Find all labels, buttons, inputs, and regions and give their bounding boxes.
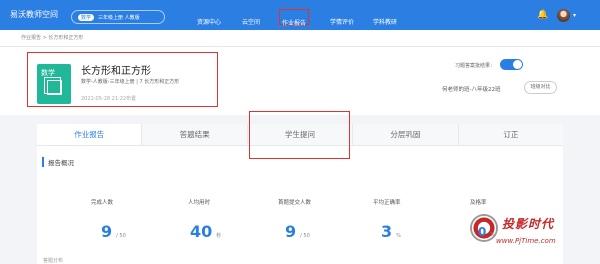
tab-corrections[interactable]: 订正 bbox=[458, 124, 564, 145]
homework-meta: 数学-人教版-三年级上册 | 7 长方形和正方形 bbox=[81, 79, 180, 85]
nav-learning-evaluation[interactable]: 学情评价 bbox=[330, 9, 354, 26]
homework-title: 长方形和正方形 bbox=[81, 66, 151, 77]
nav-homework-report[interactable]: 作业报告 bbox=[279, 9, 310, 27]
nav-subject-research[interactable]: 学科教研 bbox=[373, 9, 397, 26]
answer-toggle-switch[interactable] bbox=[500, 59, 523, 70]
stat-value-pass-rate: 0% bbox=[478, 225, 496, 239]
nav-resource-center[interactable]: 资源中心 bbox=[197, 9, 221, 26]
stat-label-first-submit: 首题提交人数 bbox=[278, 200, 312, 206]
cube-icon bbox=[44, 77, 62, 95]
homework-date: 2021-05-28 21:22布置 bbox=[81, 96, 137, 102]
watermark-title: 投影时代 bbox=[502, 217, 555, 231]
chevron-down-icon[interactable]: ▾ bbox=[573, 12, 576, 19]
stat-value-avg-time: 40 秒 bbox=[190, 222, 222, 241]
app-logo[interactable]: 易沃教师空间 bbox=[10, 9, 58, 20]
tab-answer-results[interactable]: 答题结果 bbox=[142, 124, 248, 145]
stat-value-accuracy: 3% bbox=[381, 222, 401, 241]
highlight-box-student-questions bbox=[249, 111, 350, 159]
watermark-url: www.PjTime.com bbox=[496, 237, 556, 245]
section-title: 报告概况 bbox=[42, 157, 74, 167]
subject-selector-label: 三年级上册 人教版 bbox=[98, 14, 140, 21]
avatar[interactable] bbox=[557, 9, 570, 22]
tab-homework-report[interactable]: 作业报告 bbox=[37, 124, 143, 145]
tab-tiered-practice[interactable]: 分层巩固 bbox=[353, 124, 459, 145]
class-name[interactable]: 何老师的班-八年级22班 bbox=[442, 85, 500, 93]
stat-value-first-submit: 9/ 50 bbox=[285, 222, 310, 241]
answer-toggle-label: 习题答案批结果： bbox=[455, 63, 496, 69]
bell-icon[interactable]: 🔔 bbox=[537, 10, 548, 20]
class-compare-button[interactable]: 班级对比 bbox=[524, 81, 557, 94]
stat-label-completed: 完成人数 bbox=[91, 200, 114, 206]
stat-value-completed: 9/ 50 bbox=[101, 222, 126, 241]
subject-selector[interactable]: 数学 三年级上册 人教版 bbox=[71, 10, 165, 24]
stat-label-accuracy: 平均正确率 bbox=[373, 200, 401, 206]
top-navigation-bar: 易沃教师空间 数学 三年级上册 人教版 资源中心 云空间 作业报告 学情评价 学… bbox=[0, 0, 600, 30]
stat-label-avg-time: 人均用时 bbox=[188, 200, 211, 206]
nav-cloud-space[interactable]: 云空间 bbox=[242, 9, 260, 26]
answer-distribution-label: 答题分布 bbox=[43, 258, 64, 264]
breadcrumb[interactable]: 作业报告 > 长方形和正方形 bbox=[0, 30, 600, 47]
subject-tag: 数学 bbox=[78, 13, 95, 21]
book-cover-icon: 数学 bbox=[37, 64, 71, 104]
stat-label-pass-rate: 及格率 bbox=[470, 200, 487, 206]
